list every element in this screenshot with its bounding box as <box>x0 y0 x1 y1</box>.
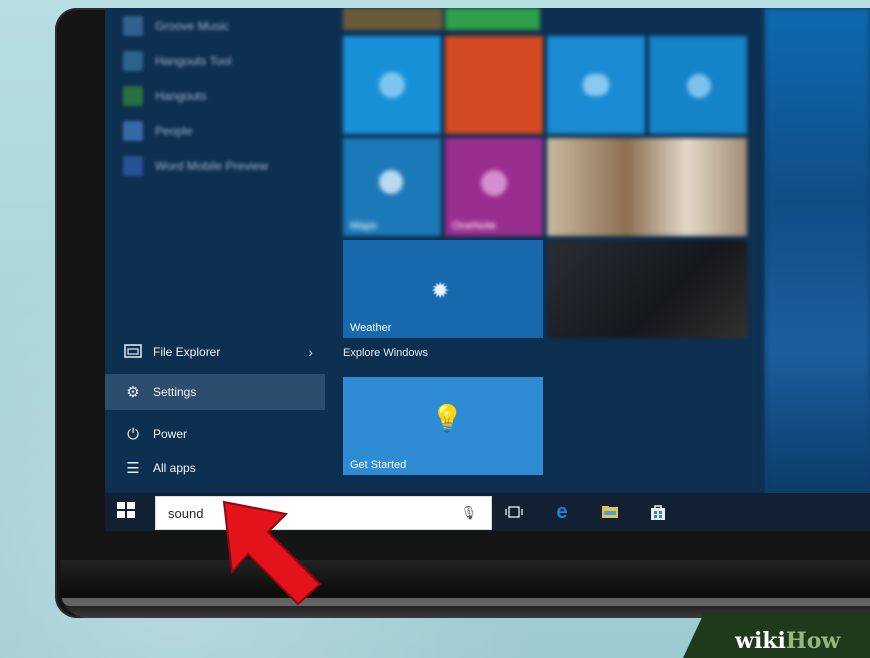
map-pin-icon <box>379 170 403 194</box>
app-label: Hangouts <box>155 88 207 103</box>
monitor-rim <box>62 598 870 606</box>
app-icon <box>123 50 143 71</box>
app-label: Word Mobile Preview <box>155 158 269 173</box>
task-view-icon[interactable] <box>503 501 525 523</box>
file-explorer-item[interactable]: File Explorer › <box>105 334 325 370</box>
wikihow-logo: wikiHow <box>735 628 840 654</box>
onenote-tile[interactable]: OneNote <box>445 138 543 236</box>
weather-tile[interactable]: ✹ Weather <box>343 240 543 338</box>
app-tile-icon <box>379 72 405 98</box>
app-icon <box>123 85 143 106</box>
folder-icon <box>121 343 145 362</box>
onenote-icon <box>481 170 507 196</box>
app-tile[interactable] <box>547 36 645 134</box>
list-item[interactable]: Hangouts Tool <box>123 43 333 78</box>
edge-browser-icon[interactable]: e <box>551 501 573 523</box>
app-tile[interactable] <box>649 36 747 134</box>
app-label: Groove Music <box>155 18 230 33</box>
photo-tile[interactable] <box>343 8 443 30</box>
photos-tile[interactable] <box>547 138 747 236</box>
list-item[interactable]: Groove Music <box>123 8 333 43</box>
desktop-background <box>765 8 870 493</box>
settings-item[interactable]: ⚙ Settings <box>105 374 325 410</box>
app-tile[interactable] <box>343 36 441 134</box>
list-item[interactable]: Word Mobile Preview <box>123 148 333 183</box>
power-label: Power <box>153 427 188 441</box>
onenote-label: OneNote <box>452 220 497 232</box>
microphone-icon[interactable]: 🎙 <box>460 505 477 521</box>
file-explorer-taskbar-icon[interactable] <box>599 501 621 523</box>
all-apps-item[interactable]: ☰ All apps <box>105 450 325 486</box>
settings-label: Settings <box>153 385 197 399</box>
app-label: People <box>155 123 193 138</box>
start-menu: Groove Music Hangouts Tool Hangouts Peop… <box>105 8 765 493</box>
chevron-right-icon[interactable]: › <box>308 344 313 360</box>
app-tile[interactable] <box>445 8 540 30</box>
screen: Groove Music Hangouts Tool Hangouts Peop… <box>105 8 870 531</box>
file-explorer-label: File Explorer <box>153 345 221 359</box>
store-icon[interactable] <box>647 501 669 523</box>
gear-icon: ⚙ <box>126 384 140 401</box>
app-icon <box>123 155 143 176</box>
pointer-arrow-icon <box>222 500 322 605</box>
app-icon <box>123 120 143 141</box>
start-menu-left-column: Groove Music Hangouts Tool Hangouts Peop… <box>105 8 335 493</box>
list-item[interactable]: People <box>123 113 333 148</box>
news-tile[interactable] <box>547 240 747 338</box>
list-icon: ☰ <box>126 460 140 477</box>
watermark-wiki: wiki <box>735 628 786 654</box>
power-icon: ⏻ <box>127 425 139 443</box>
app-tile[interactable] <box>445 36 543 134</box>
app-icon <box>123 15 143 36</box>
app-tile-icon <box>687 74 711 98</box>
all-apps-label: All apps <box>153 461 196 475</box>
watermark-how: How <box>785 628 841 654</box>
sun-icon: ✹ <box>431 278 450 303</box>
recent-app-list: Groove Music Hangouts Tool Hangouts Peop… <box>123 8 333 183</box>
monitor-chin <box>60 560 870 618</box>
lightbulb-icon: 💡 <box>431 403 464 433</box>
tile-area: Maps OneNote ✹ Weather 💡 Get Started <box>343 8 763 493</box>
get-started-tile[interactable]: 💡 Get Started <box>343 377 543 475</box>
weather-label: Weather <box>350 322 392 334</box>
maps-label: Maps <box>350 220 377 232</box>
explore-windows-heading: Explore Windows <box>343 347 428 359</box>
maps-tile[interactable]: Maps <box>343 138 441 236</box>
list-item[interactable]: Hangouts <box>123 78 333 113</box>
get-started-label: Get Started <box>350 459 407 471</box>
power-item[interactable]: ⏻ Power <box>105 416 325 452</box>
app-tile-icon <box>583 74 609 96</box>
windows-logo-icon[interactable] <box>117 502 139 522</box>
app-label: Hangouts Tool <box>155 53 232 68</box>
